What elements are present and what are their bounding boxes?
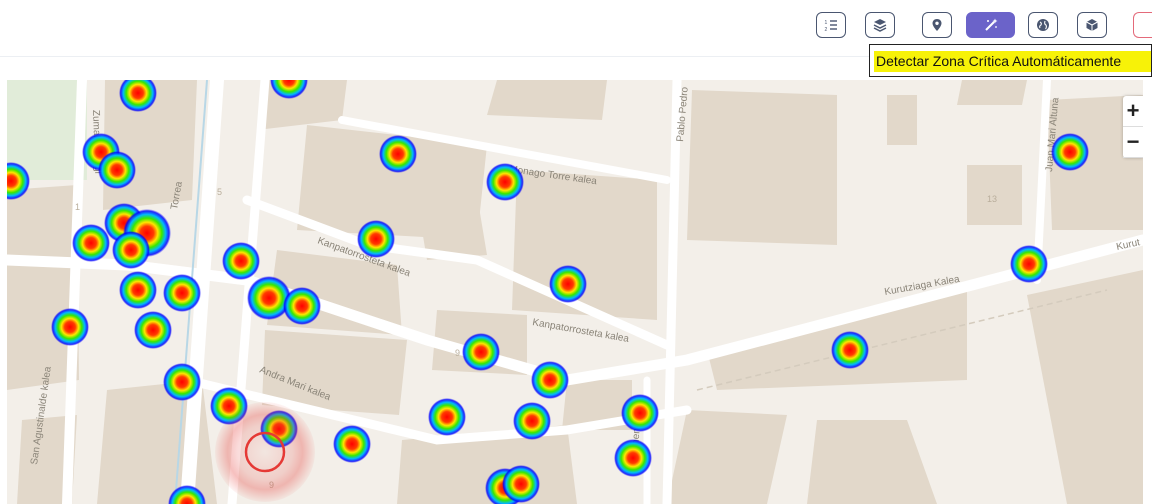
- layers-button[interactable]: [865, 12, 895, 38]
- extra-button-partial[interactable]: [1133, 12, 1152, 38]
- heat-point: [72, 224, 110, 262]
- magic-wand-icon: [984, 18, 997, 31]
- detect-critical-zone-button[interactable]: [966, 12, 1015, 38]
- heat-point: [462, 333, 500, 371]
- layers-icon: [873, 19, 887, 32]
- heat-point: [502, 465, 540, 503]
- heat-point: [247, 276, 291, 320]
- heat-point: [222, 242, 260, 280]
- heat-point: [333, 425, 371, 463]
- list-numbered-button[interactable]: 12: [816, 12, 846, 38]
- street-label-kurut: Kurut: [1115, 237, 1141, 253]
- house-number: 13: [987, 194, 997, 204]
- heat-point: [112, 231, 150, 269]
- heatmap-map[interactable]: Monago Torre kalea Kanpatorrosteta kalea…: [7, 80, 1143, 504]
- heat-point: [163, 274, 201, 312]
- house-number: 5: [217, 187, 222, 197]
- heat-point: [98, 151, 136, 189]
- heat-point: [549, 265, 587, 303]
- heat-point: [1051, 133, 1089, 171]
- heat-point: [486, 163, 524, 201]
- heat-point: [119, 271, 157, 309]
- heat-point: [134, 311, 172, 349]
- heat-point: [513, 402, 551, 440]
- globe-icon: [1037, 19, 1049, 31]
- heat-point: [163, 363, 201, 401]
- zoom-in-button[interactable]: +: [1123, 96, 1143, 127]
- heat-point: [283, 287, 321, 325]
- house-number: 1: [75, 202, 80, 212]
- cube-icon: [1086, 19, 1098, 31]
- heat-point: [428, 398, 466, 436]
- heat-point: [621, 394, 659, 432]
- location-pin-button[interactable]: [922, 12, 952, 38]
- zoom-control: + −: [1123, 96, 1143, 158]
- zoom-out-button[interactable]: −: [1123, 127, 1143, 158]
- heat-point: [357, 220, 395, 258]
- heat-point: [531, 361, 569, 399]
- list-numbered-icon: 12: [825, 20, 837, 32]
- svg-text:2: 2: [825, 27, 828, 32]
- heat-point: [831, 331, 869, 369]
- globe-button[interactable]: [1028, 12, 1058, 38]
- svg-text:1: 1: [825, 20, 828, 26]
- map-canvas: Monago Torre kalea Kanpatorrosteta kalea…: [7, 80, 1143, 504]
- tooltip: Detectar Zona Crítica Automáticamente: [869, 44, 1152, 77]
- map-pin-icon: [932, 19, 942, 31]
- heat-point: [614, 439, 652, 477]
- tooltip-text: Detectar Zona Crítica Automáticamente: [874, 51, 1151, 72]
- critical-zone-area: [215, 402, 315, 502]
- cube-button[interactable]: [1077, 12, 1107, 38]
- heat-point: [1010, 245, 1048, 283]
- heat-point: [379, 135, 417, 173]
- heat-point: [51, 308, 89, 346]
- house-number: 9: [455, 348, 460, 358]
